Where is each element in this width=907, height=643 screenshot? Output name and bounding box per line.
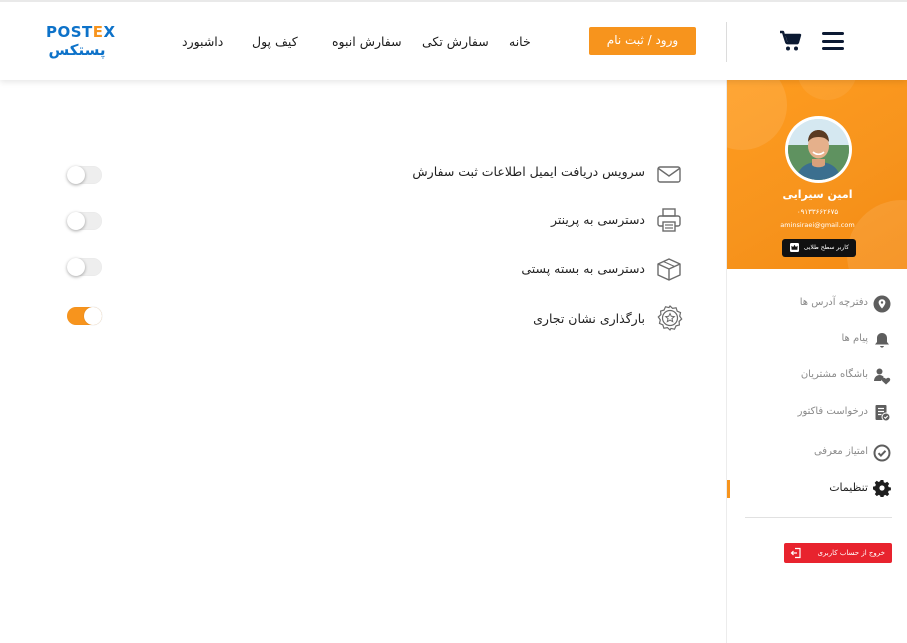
email-service-toggle[interactable] (67, 166, 102, 184)
nav-wallet[interactable]: کیف پول (252, 34, 298, 49)
sidebar-item-label: پیام ها (841, 333, 868, 344)
shopping-cart-icon[interactable] (779, 29, 803, 53)
sidebar-item-referral-points[interactable]: امتیاز معرفی (727, 442, 907, 466)
email-service-label: سرویس دریافت ایمیل اطلاعات ثبت سفارش (412, 164, 645, 179)
logout-button[interactable]: خروج از حساب کاربری (784, 543, 892, 563)
badge-star-icon (657, 305, 683, 331)
crown-icon (790, 243, 799, 252)
check-circle-icon (873, 444, 891, 462)
sidebar-item-label: درخواست فاکتور (797, 406, 868, 417)
hamburger-menu-icon[interactable] (822, 32, 844, 50)
sidebar-item-label: تنظیمات (829, 481, 868, 494)
logout-icon (790, 547, 801, 559)
profile-email: aminsiraei@gmail.com (780, 221, 855, 229)
gold-level-badge: کاربر سطح طلایی (782, 239, 856, 257)
profile-card: امین سیرایی ۰۹۱۳۳۶۶۲۶۷۵ aminsiraei@gmail… (727, 80, 907, 269)
toggle-knob (84, 307, 102, 325)
header-divider (726, 22, 727, 62)
gear-icon (873, 480, 891, 497)
sidebar-divider (745, 517, 892, 518)
login-register-button[interactable]: ورود / ثبت نام (589, 27, 696, 55)
nav-home[interactable]: خانه (509, 34, 531, 49)
nav-dashboard[interactable]: داشبورد (182, 34, 223, 49)
toggle-knob (67, 212, 85, 230)
package-icon (657, 258, 681, 281)
printer-access-toggle[interactable] (67, 212, 102, 230)
logo-latin-text: POSTEX (46, 23, 116, 41)
avatar[interactable] (785, 116, 852, 183)
envelope-icon (657, 166, 681, 183)
profile-decoration (797, 80, 857, 100)
logout-label: خروج از حساب کاربری (817, 549, 885, 557)
location-pin-icon (873, 295, 891, 313)
postex-logo[interactable]: POSTEX پستکس (46, 23, 116, 62)
printer-access-label: دسترسی به پرینتر (550, 212, 645, 227)
sidebar-item-invoice-request[interactable]: درخواست فاکتور (727, 402, 907, 426)
top-header: ورود / ثبت نام خانه سفارش تکی سفارش انبو… (0, 0, 907, 80)
package-access-label: دسترسی به بسته پستی (521, 261, 645, 276)
brand-upload-label: بارگذاری نشان تجاری (533, 311, 645, 326)
customer-club-icon (874, 368, 891, 385)
profile-name: امین سیرایی (782, 188, 853, 201)
sidebar-item-label: امتیاز معرفی (813, 446, 868, 457)
sidebar-item-label: باشگاه مشتریان (800, 369, 868, 380)
sidebar-item-label: دفترچه آدرس ها (799, 297, 868, 308)
package-access-toggle[interactable] (67, 258, 102, 276)
profile-phone: ۰۹۱۳۳۶۶۲۶۷۵ (796, 208, 839, 216)
avatar-photo (788, 119, 849, 180)
sidebar-item-customer-club[interactable]: باشگاه مشتریان (727, 365, 907, 389)
logo-farsi-text: پستکس (48, 41, 106, 59)
brand-upload-toggle[interactable] (67, 307, 102, 325)
nav-bulk-order[interactable]: سفارش انبوه (332, 34, 402, 49)
sidebar-item-address-book[interactable]: دفترچه آدرس ها (727, 293, 907, 317)
sidebar: امین سیرایی ۰۹۱۳۳۶۶۲۶۷۵ aminsiraei@gmail… (726, 80, 907, 643)
toggle-knob (67, 258, 85, 276)
toggle-knob (67, 166, 85, 184)
nav-single-order[interactable]: سفارش تکی (422, 34, 489, 49)
sidebar-item-messages[interactable]: پیام ها (727, 329, 907, 353)
invoice-icon (875, 405, 891, 422)
gold-level-label: کاربر سطح طلایی (803, 244, 849, 251)
profile-decoration (727, 80, 787, 150)
bell-icon (875, 333, 889, 348)
avatar-portrait-icon (788, 119, 849, 180)
sidebar-item-settings[interactable]: تنظیمات (727, 477, 907, 501)
printer-icon (657, 208, 681, 232)
